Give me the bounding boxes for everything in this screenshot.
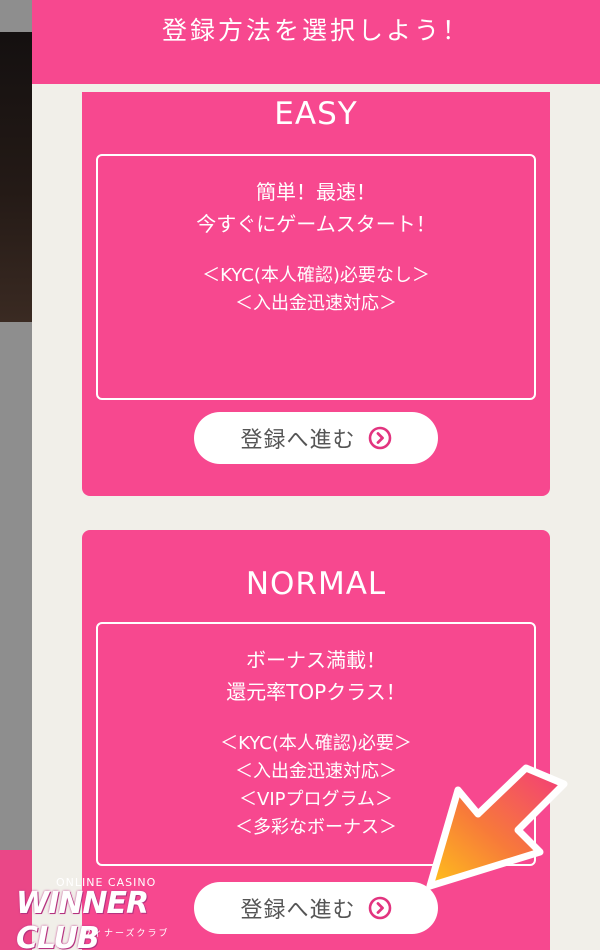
plan-line: 簡単！最速！ bbox=[256, 180, 376, 204]
plan-description: 簡単！最速！ 今すぐにゲームスタート！ ＜KYC(本人確認)必要なし＞ ＜入出金… bbox=[96, 154, 536, 400]
plan-line: ボーナス満載！ bbox=[246, 648, 386, 672]
register-button-label: 登録へ進む bbox=[240, 428, 356, 453]
plan-line: 今すぐにゲームスタート！ bbox=[196, 212, 436, 236]
plan-title: EASY bbox=[274, 96, 358, 132]
register-button-normal[interactable]: 登録へ進む bbox=[194, 882, 438, 934]
plan-feature: ＜KYC(本人確認)必要なし＞ bbox=[202, 265, 430, 286]
drawer-header: 登録方法を選択しよう！ bbox=[32, 0, 600, 84]
plan-feature: ＜入出金迅速対応＞ bbox=[235, 293, 397, 314]
chevron-right-circle-icon bbox=[368, 896, 391, 920]
plan-title: NORMAL bbox=[245, 566, 387, 602]
register-button-easy[interactable]: 登録へ進む bbox=[194, 412, 438, 464]
plan-line: 還元率TOPクラス！ bbox=[226, 680, 406, 704]
plan-feature: ＜KYC(本人確認)必要＞ bbox=[220, 733, 412, 754]
brand-logo: ONLINE CASINO WINNER CLUB ウィナーズクラブ bbox=[16, 876, 170, 950]
page-title: 登録方法を選択しよう！ bbox=[161, 16, 470, 45]
chevron-right-circle-icon bbox=[368, 426, 391, 450]
background-image bbox=[0, 32, 32, 322]
plan-card-easy: EASY 簡単！最速！ 今すぐにゲームスタート！ ＜KYC(本人確認)必要なし＞… bbox=[82, 92, 550, 496]
register-button-label: 登録へ進む bbox=[240, 898, 356, 923]
pointer-arrow-icon bbox=[426, 764, 568, 890]
